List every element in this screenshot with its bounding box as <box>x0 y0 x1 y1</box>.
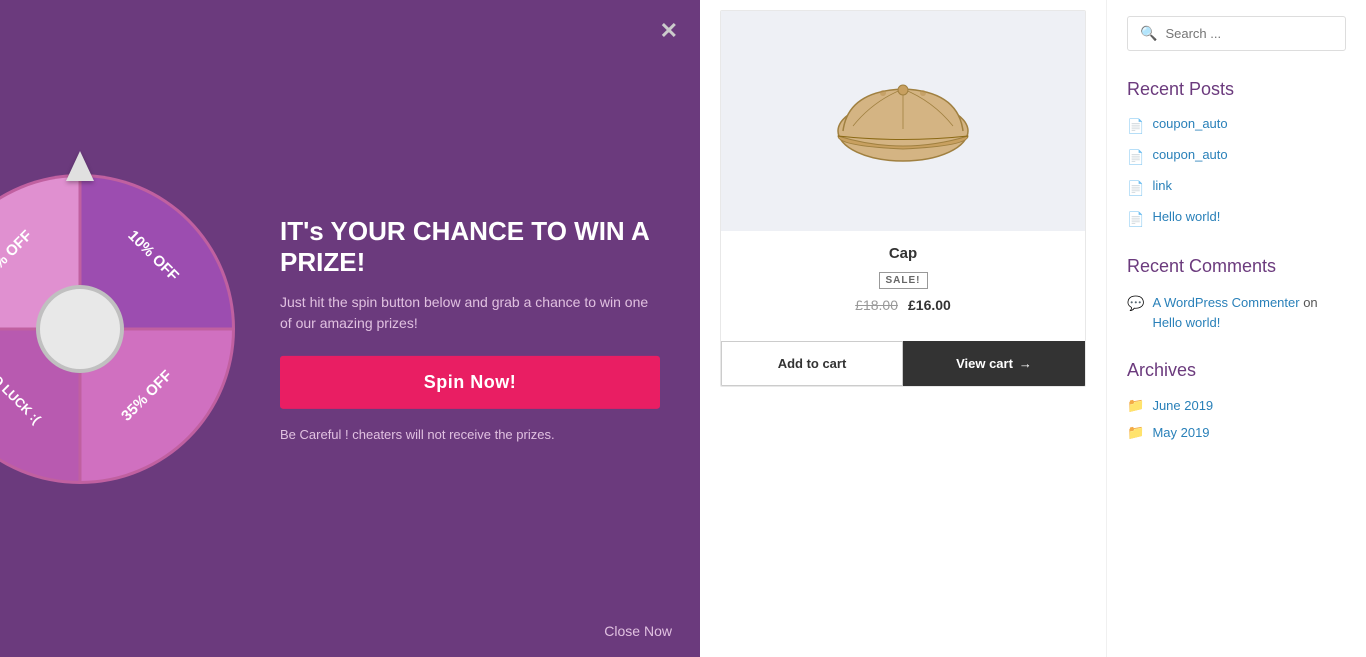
add-to-cart-button[interactable]: Add to cart <box>721 341 903 386</box>
document-icon: 📄 <box>1127 211 1144 228</box>
close-now-button[interactable]: Close Now <box>604 623 672 639</box>
list-item: 📄 Hello world! <box>1127 209 1346 228</box>
wheel-svg: 25% OFF 10% OFF 35% OFF NO LUCK :( <box>0 169 240 489</box>
post-link[interactable]: Hello world! <box>1152 209 1220 224</box>
product-image <box>823 61 983 181</box>
comment-author-link[interactable]: A WordPress Commenter <box>1152 295 1299 310</box>
price-old: £18.00 <box>855 297 898 313</box>
list-item: 💬 A WordPress Commenter on Hello world! <box>1127 293 1346 332</box>
sidebar: 🔍 Recent Posts 📄 coupon_auto 📄 coupon_au… <box>1106 0 1366 657</box>
document-icon: 📄 <box>1127 180 1144 197</box>
view-cart-button[interactable]: View cart → <box>903 341 1085 386</box>
list-item: 📁 May 2019 <box>1127 424 1346 441</box>
spin-wheel: 25% OFF 10% OFF 35% OFF NO LUCK :( <box>0 169 240 489</box>
list-item: 📄 link <box>1127 178 1346 197</box>
modal-text-content: IT's YOUR CHANCE TO WIN A PRIZE! Just hi… <box>260 195 680 461</box>
view-cart-arrow: → <box>1019 356 1032 371</box>
view-cart-label: View cart <box>956 356 1013 371</box>
modal-description: Just hit the spin button below and grab … <box>280 292 660 334</box>
spin-now-button[interactable]: Spin Now! <box>280 356 660 409</box>
close-x-button[interactable]: ✕ <box>660 18 678 44</box>
post-link[interactable]: coupon_auto <box>1152 116 1227 131</box>
product-name: Cap <box>735 245 1071 262</box>
post-link[interactable]: link <box>1152 178 1172 193</box>
list-item: 📄 coupon_auto <box>1127 116 1346 135</box>
shop-content: Cap SALE! £18.00 £16.00 Add to cart View… <box>700 0 1106 657</box>
sale-badge: SALE! <box>879 272 928 289</box>
modal-warning: Be Careful ! cheaters will not receive t… <box>280 427 660 442</box>
product-prices: £18.00 £16.00 <box>735 297 1071 313</box>
product-actions: Add to cart View cart → <box>721 341 1085 386</box>
document-icon: 📄 <box>1127 149 1144 166</box>
list-item: 📁 June 2019 <box>1127 397 1346 414</box>
modal-title: IT's YOUR CHANCE TO WIN A PRIZE! <box>280 215 660 277</box>
folder-icon: 📁 <box>1127 424 1144 441</box>
right-side: Cap SALE! £18.00 £16.00 Add to cart View… <box>700 0 1366 657</box>
price-new: £16.00 <box>908 297 951 313</box>
archives-title: Archives <box>1127 360 1346 381</box>
comment-connector: on <box>1303 295 1317 310</box>
recent-posts-title: Recent Posts <box>1127 79 1346 100</box>
list-item: 📄 coupon_auto <box>1127 147 1346 166</box>
document-icon: 📄 <box>1127 118 1144 135</box>
recent-comments-section: Recent Comments 💬 A WordPress Commenter … <box>1127 256 1346 332</box>
comment-icon: 💬 <box>1127 295 1144 312</box>
product-card: Cap SALE! £18.00 £16.00 Add to cart View… <box>720 10 1086 387</box>
wheel-pointer <box>66 151 94 181</box>
recent-comments-title: Recent Comments <box>1127 256 1346 277</box>
modal-overlay: ✕ 25% OFF 10% OFF 35% O <box>0 0 700 657</box>
folder-icon: 📁 <box>1127 397 1144 414</box>
comment-post-link[interactable]: Hello world! <box>1152 315 1220 330</box>
post-link[interactable]: coupon_auto <box>1152 147 1227 162</box>
search-box[interactable]: 🔍 <box>1127 16 1346 51</box>
search-input[interactable] <box>1165 26 1341 41</box>
comment-text: A WordPress Commenter on Hello world! <box>1152 293 1346 332</box>
archive-link[interactable]: May 2019 <box>1152 425 1209 440</box>
archives-section: Archives 📁 June 2019 📁 May 2019 <box>1127 360 1346 441</box>
recent-posts-section: Recent Posts 📄 coupon_auto 📄 coupon_auto… <box>1127 79 1346 228</box>
product-image-container <box>721 11 1085 231</box>
product-info: Cap SALE! £18.00 £16.00 <box>721 231 1085 341</box>
archive-link[interactable]: June 2019 <box>1152 398 1213 413</box>
search-icon: 🔍 <box>1140 25 1157 42</box>
